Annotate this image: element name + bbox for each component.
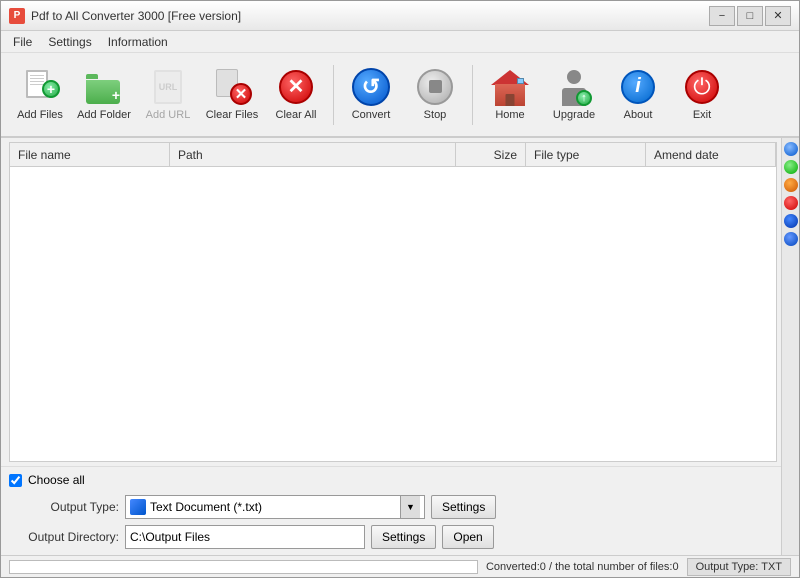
upgrade-icon: ↑ xyxy=(554,67,594,107)
col-filetype: File type xyxy=(526,143,646,166)
output-dir-input[interactable] xyxy=(125,525,365,549)
content-area: File name Path Size File type Amend date… xyxy=(1,138,799,555)
toolbar-separator-2 xyxy=(472,65,473,125)
convert-label: Convert xyxy=(352,109,391,122)
convert-icon: ↺ xyxy=(351,67,391,107)
about-label: About xyxy=(624,109,653,122)
close-button[interactable]: ✕ xyxy=(765,6,791,26)
main-window: P Pdf to All Converter 3000 [Free versio… xyxy=(0,0,800,578)
side-btn-2[interactable] xyxy=(784,160,798,174)
side-btn-6[interactable] xyxy=(784,232,798,246)
title-bar: P Pdf to All Converter 3000 [Free versio… xyxy=(1,1,799,31)
output-type-select[interactable]: Text Document (*.txt) ▼ xyxy=(125,495,425,519)
table-header: File name Path Size File type Amend date xyxy=(10,143,776,167)
title-bar-left: P Pdf to All Converter 3000 [Free versio… xyxy=(9,8,241,24)
select-inner: Text Document (*.txt) xyxy=(130,499,400,515)
title-controls: − □ ✕ xyxy=(709,6,791,26)
col-amend: Amend date xyxy=(646,143,776,166)
stop-button[interactable]: Stop xyxy=(404,57,466,132)
side-btn-3[interactable] xyxy=(784,178,798,192)
output-type-settings-button[interactable]: Settings xyxy=(431,495,496,519)
progress-bar xyxy=(9,560,478,574)
bottom-area: Choose all Output Type: Text Document (*… xyxy=(1,466,781,555)
menu-settings[interactable]: Settings xyxy=(40,33,99,51)
toolbar-separator-1 xyxy=(333,65,334,125)
output-type-value: Text Document (*.txt) xyxy=(150,500,262,514)
clear-all-button[interactable]: ✕ Clear All xyxy=(265,57,327,132)
toolbar: + Add Files + Add Folder URL xyxy=(1,53,799,138)
converted-status: Converted:0 / the total number of files:… xyxy=(486,561,679,573)
add-url-button[interactable]: URL Add URL xyxy=(137,57,199,132)
output-type-label: Output Type: xyxy=(9,500,119,514)
add-files-label: Add Files xyxy=(17,109,63,122)
col-filename: File name xyxy=(10,143,170,166)
clear-all-label: Clear All xyxy=(276,109,317,122)
exit-icon: ⏻ xyxy=(682,67,722,107)
upgrade-button[interactable]: ↑ Upgrade xyxy=(543,57,605,132)
add-files-button[interactable]: + Add Files xyxy=(9,57,71,132)
clear-all-icon: ✕ xyxy=(276,67,316,107)
settings-rows: Output Type: Text Document (*.txt) ▼ Set… xyxy=(9,495,773,549)
side-btn-1[interactable] xyxy=(784,142,798,156)
clear-files-button[interactable]: ✕ Clear Files xyxy=(201,57,263,132)
side-btn-5[interactable] xyxy=(784,214,798,228)
side-btn-4[interactable] xyxy=(784,196,798,210)
add-files-icon: + xyxy=(20,67,60,107)
maximize-button[interactable]: □ xyxy=(737,6,763,26)
status-bar: Converted:0 / the total number of files:… xyxy=(1,555,799,577)
status-right: Converted:0 / the total number of files:… xyxy=(486,558,791,576)
upgrade-label: Upgrade xyxy=(553,109,595,122)
output-dir-settings-button[interactable]: Settings xyxy=(371,525,436,549)
main-area: File name Path Size File type Amend date… xyxy=(1,138,781,555)
col-size: Size xyxy=(456,143,526,166)
minimize-button[interactable]: − xyxy=(709,6,735,26)
choose-all-row: Choose all xyxy=(9,473,773,487)
choose-all-label: Choose all xyxy=(28,473,85,487)
about-icon: i xyxy=(618,67,658,107)
add-folder-icon: + xyxy=(84,67,124,107)
app-icon: P xyxy=(9,8,25,24)
col-path: Path xyxy=(170,143,456,166)
about-button[interactable]: i About xyxy=(607,57,669,132)
clear-files-label: Clear Files xyxy=(206,109,259,122)
output-dir-label: Output Directory: xyxy=(9,530,119,544)
clear-files-icon: ✕ xyxy=(212,67,252,107)
output-dir-row: Output Directory: Settings Open xyxy=(9,525,773,549)
add-url-icon: URL xyxy=(148,67,188,107)
menu-information[interactable]: Information xyxy=(100,33,176,51)
choose-all-checkbox[interactable] xyxy=(9,474,22,487)
add-url-label: Add URL xyxy=(146,109,191,122)
home-label: Home xyxy=(495,109,524,122)
exit-button[interactable]: ⏻ Exit xyxy=(671,57,733,132)
add-folder-label: Add Folder xyxy=(77,109,131,122)
select-type-icon xyxy=(130,499,146,515)
menu-file[interactable]: File xyxy=(5,33,40,51)
select-arrow[interactable]: ▼ xyxy=(400,496,420,518)
exit-label: Exit xyxy=(693,109,711,122)
home-icon xyxy=(490,67,530,107)
stop-icon xyxy=(415,67,455,107)
add-folder-button[interactable]: + Add Folder xyxy=(73,57,135,132)
home-button[interactable]: Home xyxy=(479,57,541,132)
table-body xyxy=(10,167,776,461)
window-title: Pdf to All Converter 3000 [Free version] xyxy=(31,9,241,23)
side-panel xyxy=(781,138,799,555)
stop-label: Stop xyxy=(424,109,447,122)
file-table: File name Path Size File type Amend date xyxy=(9,142,777,462)
open-button[interactable]: Open xyxy=(442,525,493,549)
output-type-status: Output Type: TXT xyxy=(687,558,791,576)
menu-bar: File Settings Information xyxy=(1,31,799,53)
output-type-row: Output Type: Text Document (*.txt) ▼ Set… xyxy=(9,495,773,519)
convert-button[interactable]: ↺ Convert xyxy=(340,57,402,132)
